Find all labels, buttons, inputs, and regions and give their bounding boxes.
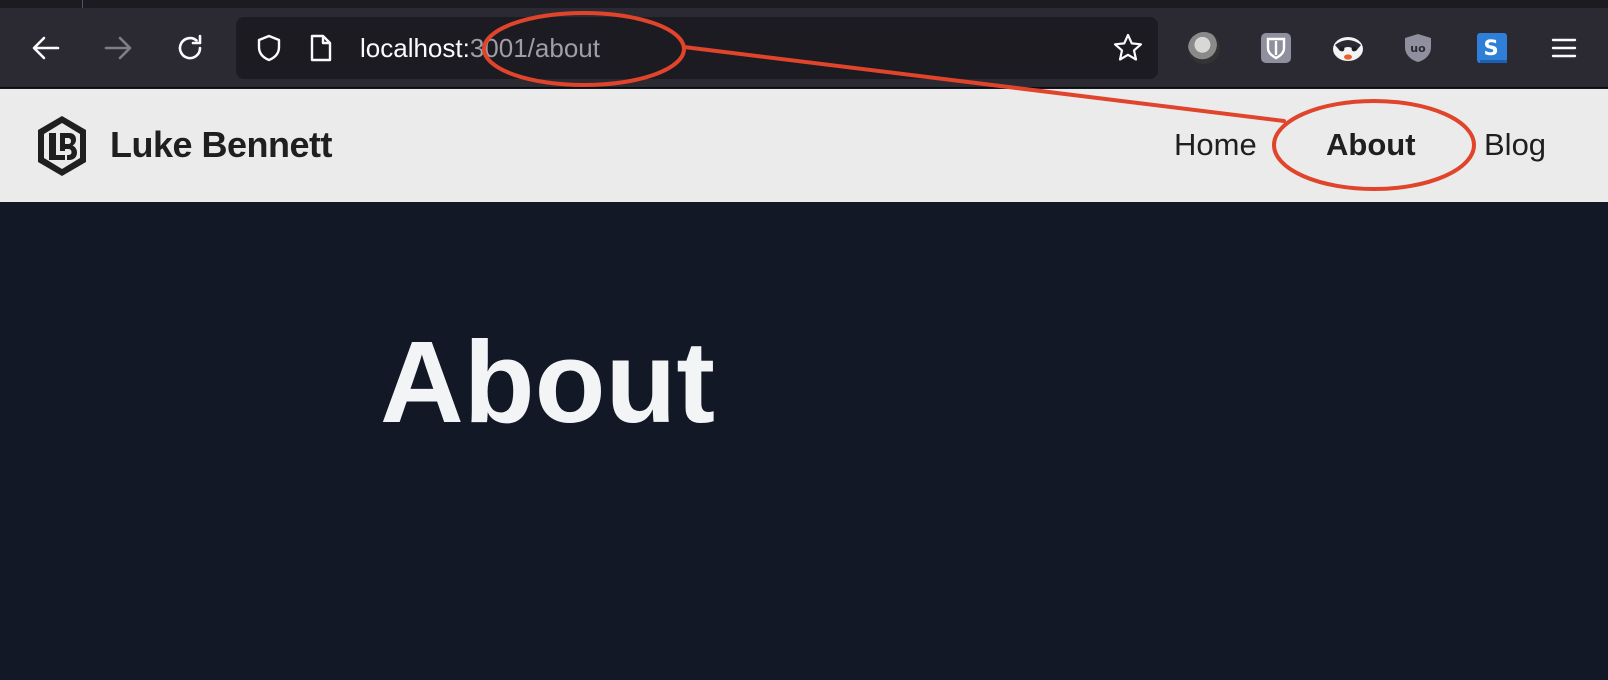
url-host: localhost: bbox=[360, 33, 470, 63]
svg-text:uo: uo bbox=[1410, 42, 1426, 55]
back-arrow-icon bbox=[32, 36, 60, 60]
lb-logo-icon[interactable] bbox=[34, 113, 90, 179]
reload-icon bbox=[178, 34, 202, 60]
main-content bbox=[0, 202, 1608, 680]
privacy-badger-extension[interactable] bbox=[1330, 30, 1366, 66]
tab-separator bbox=[82, 0, 83, 8]
back-button[interactable] bbox=[24, 26, 68, 70]
ublock-icon: uo bbox=[1405, 34, 1431, 62]
ublock-extension[interactable]: uo bbox=[1400, 30, 1436, 66]
page-title: About bbox=[380, 317, 715, 447]
nav-about-link[interactable]: About bbox=[1326, 125, 1416, 165]
tab-strip bbox=[0, 0, 1608, 8]
browser-toolbar: localhost:3001/about uo S bbox=[0, 8, 1608, 88]
site-brand[interactable]: Luke Bennett bbox=[110, 122, 333, 168]
nav-blog-link[interactable]: Blog bbox=[1484, 125, 1546, 165]
reload-button[interactable] bbox=[168, 26, 212, 70]
forward-button[interactable] bbox=[96, 26, 140, 70]
star-icon[interactable] bbox=[1112, 32, 1144, 64]
s-extension[interactable]: S bbox=[1474, 30, 1510, 66]
s-extension-icon: S bbox=[1477, 33, 1507, 63]
svg-text:S: S bbox=[1483, 36, 1498, 60]
privacy-badger-icon bbox=[1333, 37, 1363, 61]
site-header: Luke Bennett Home About Blog bbox=[0, 89, 1608, 202]
app-menu-button[interactable] bbox=[1546, 30, 1582, 66]
url-text[interactable]: localhost:3001/about bbox=[360, 31, 600, 65]
shield-icon[interactable] bbox=[254, 33, 284, 63]
url-path: 3001/about bbox=[469, 33, 600, 63]
address-bar[interactable]: localhost:3001/about bbox=[236, 17, 1158, 79]
avatar-icon bbox=[1188, 32, 1220, 64]
hamburger-menu-icon bbox=[1551, 38, 1577, 58]
bitwarden-extension[interactable] bbox=[1258, 30, 1294, 66]
forward-arrow-icon bbox=[104, 36, 132, 60]
avatar-extension[interactable] bbox=[1186, 30, 1222, 66]
bitwarden-icon bbox=[1261, 33, 1291, 63]
browser-window: localhost:3001/about uo S Luke Bennett H… bbox=[0, 0, 1608, 680]
page-icon[interactable] bbox=[308, 33, 334, 63]
nav-home-link[interactable]: Home bbox=[1174, 125, 1257, 165]
